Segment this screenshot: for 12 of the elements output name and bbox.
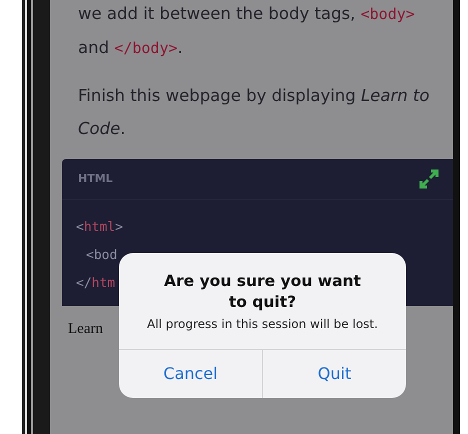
code-line: </htm [76, 275, 116, 293]
dialog-button[interactable]: Quit [262, 350, 406, 398]
language-label: HTML [78, 170, 113, 187]
expand-icon[interactable] [419, 169, 439, 189]
dialog-button[interactable]: Cancel [119, 350, 262, 398]
code-line: <html> [76, 219, 123, 237]
dialog-message: All progress in this session will be lost. [146, 316, 379, 333]
dialog-title: Are you sure you want to quit? [163, 271, 362, 313]
lesson-paragraph: Finish this webpage by displaying Learn to Code. [78, 85, 430, 140]
output-text: Learn [68, 320, 103, 339]
lesson-paragraph: we add it between the body tags, <body> and </body>. [78, 3, 416, 59]
code-line: <bod [85, 247, 118, 265]
